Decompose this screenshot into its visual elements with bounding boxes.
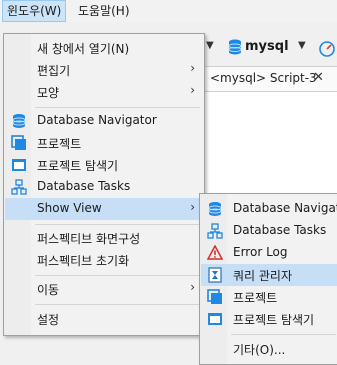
main-toolbar: ▼ mysql ▼ xyxy=(200,36,337,60)
connection-dropdown-icon[interactable]: ▼ xyxy=(298,40,306,51)
menu-item-navigate[interactable]: 이동 › xyxy=(5,278,203,300)
menu-item-new-window[interactable]: 새 창에서 열기(N) xyxy=(5,37,203,59)
menu-item-label: 프로젝트 탐색기 xyxy=(233,313,315,327)
menu-item-database-tasks[interactable]: Database Tasks xyxy=(5,176,203,198)
menu-item-label: 설정 xyxy=(37,313,60,327)
chevron-right-icon: › xyxy=(190,83,195,97)
menu-window[interactable]: 윈도우(W) xyxy=(2,0,67,22)
project-icon xyxy=(207,289,222,304)
dropdown-arrow-icon[interactable]: ▼ xyxy=(206,40,214,51)
query-manager-icon xyxy=(208,267,222,283)
menu-separator xyxy=(35,224,200,225)
menu-item-label: Show View xyxy=(37,201,102,215)
menu-item-project[interactable]: 프로젝트 xyxy=(5,132,203,154)
menu-item-label: 퍼스펙티브 화면구성 xyxy=(37,232,141,246)
submenu-item-project-explorer[interactable]: 프로젝트 탐색기 xyxy=(201,308,337,330)
menu-separator xyxy=(35,275,200,276)
tasks-icon xyxy=(11,179,27,195)
menu-item-label: 퍼스펙티브 초기화 xyxy=(37,254,130,268)
menu-item-label: 이동 xyxy=(37,283,60,297)
editor-tab-bar: <mysql> Script-3 ✕ xyxy=(200,66,337,92)
submenu-item-database-navigator[interactable]: Database Navigator xyxy=(201,198,337,220)
tasks-icon xyxy=(207,223,223,239)
menu-item-label: Error Log xyxy=(233,245,288,259)
warning-icon xyxy=(207,245,223,260)
active-connection-label[interactable]: mysql xyxy=(245,39,289,54)
chevron-right-icon: › xyxy=(190,61,195,75)
project-explorer-icon xyxy=(12,159,26,171)
window-menu: 새 창에서 열기(N) 편집기 › 모양 › Database Navigato… xyxy=(3,33,205,336)
project-explorer-icon xyxy=(208,313,222,325)
menu-separator xyxy=(35,107,200,108)
menu-item-label: 프로젝트 xyxy=(233,291,278,305)
menu-item-appearance[interactable]: 모양 › xyxy=(5,81,203,103)
project-icon xyxy=(11,135,26,150)
editor-tab-label[interactable]: <mysql> Script-3 xyxy=(210,71,317,85)
menu-item-label: 쿼리 관리자 xyxy=(233,269,293,283)
menu-item-editor[interactable]: 편집기 › xyxy=(5,59,203,81)
menu-item-label: Database Tasks xyxy=(233,223,327,237)
menu-item-label: 새 창에서 열기(N) xyxy=(37,42,130,56)
database-navigator-icon xyxy=(208,202,222,216)
gauge-icon[interactable] xyxy=(318,39,336,57)
menu-item-label: 기타(O)... xyxy=(233,343,286,357)
submenu-item-other[interactable]: 기타(O)... xyxy=(201,338,337,360)
chevron-right-icon: › xyxy=(190,280,195,294)
menu-item-label: 편집기 xyxy=(37,64,71,78)
database-navigator-icon xyxy=(12,114,26,128)
submenu-item-database-tasks[interactable]: Database Tasks xyxy=(201,220,337,242)
submenu-item-project[interactable]: 프로젝트 xyxy=(201,286,337,308)
menu-bar: 윈도우(W) 도움말(H) xyxy=(0,0,337,22)
submenu-item-query-manager[interactable]: 쿼리 관리자 xyxy=(201,264,337,286)
menu-item-label: Database Tasks xyxy=(37,179,131,193)
menu-separator xyxy=(231,334,336,335)
menu-item-label: Database Navigator xyxy=(37,113,157,127)
menu-item-show-view[interactable]: Show View › xyxy=(5,198,203,220)
menu-help[interactable]: 도움말(H) xyxy=(74,1,134,21)
menu-item-database-navigator[interactable]: Database Navigator xyxy=(5,110,203,132)
menu-item-label: 모양 xyxy=(37,86,60,100)
show-view-submenu: Database Navigator Database Tasks Error … xyxy=(199,193,337,365)
menu-separator xyxy=(35,304,200,305)
database-icon xyxy=(228,39,242,55)
menu-item-label: Database Navigator xyxy=(233,201,337,215)
menu-item-project-explorer[interactable]: 프로젝트 탐색기 xyxy=(5,154,203,176)
menu-item-perspective-reset[interactable]: 퍼스펙티브 초기화 xyxy=(5,249,203,271)
menu-item-settings[interactable]: 설정 xyxy=(5,308,203,330)
chevron-right-icon: › xyxy=(190,200,195,214)
menu-item-label: 프로젝트 xyxy=(37,137,82,151)
menu-item-label: 프로젝트 탐색기 xyxy=(37,159,119,173)
menu-item-perspective-customize[interactable]: 퍼스펙티브 화면구성 xyxy=(5,227,203,249)
close-icon[interactable]: ✕ xyxy=(313,70,324,85)
submenu-item-error-log[interactable]: Error Log xyxy=(201,242,337,264)
